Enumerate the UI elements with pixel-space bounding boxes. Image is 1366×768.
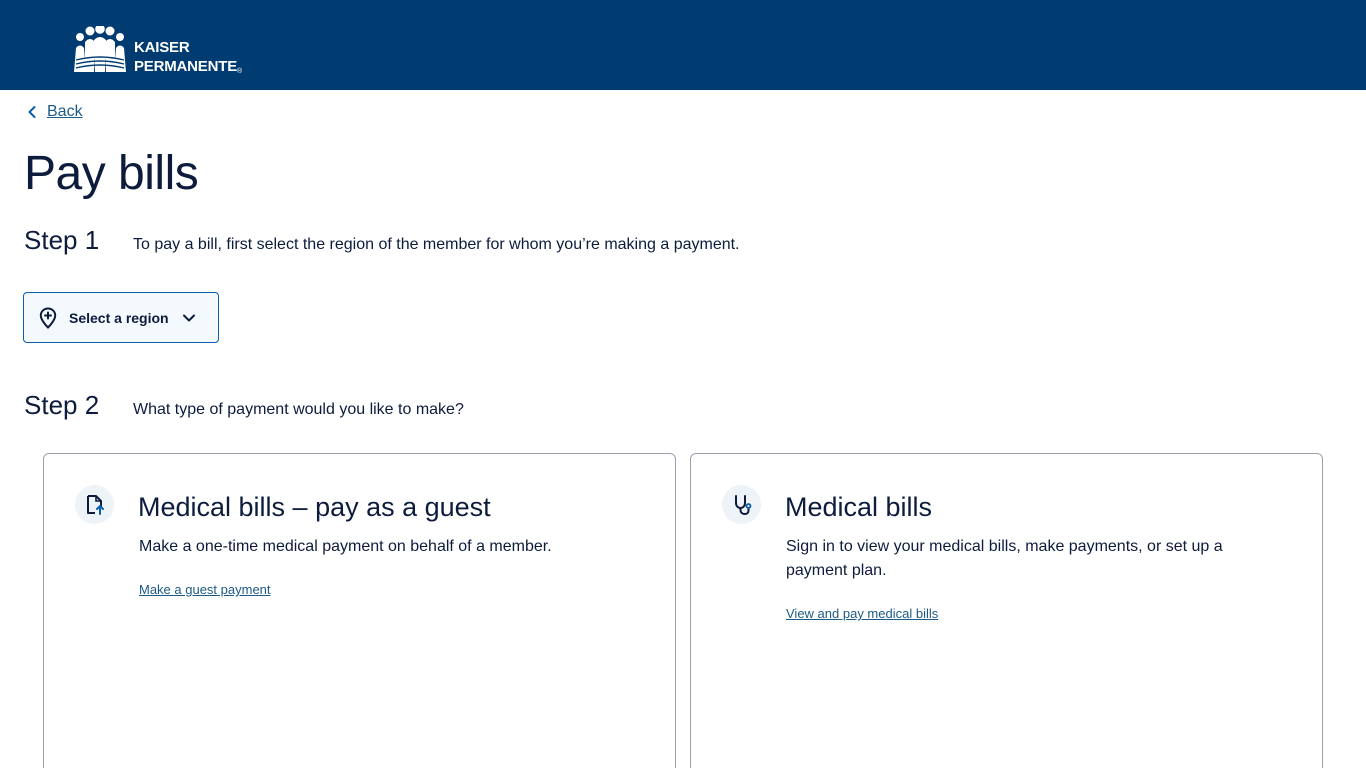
make-guest-payment-link[interactable]: Make a guest payment [139, 582, 271, 597]
kaiser-permanente-logo[interactable]: KAISER PERMANENTE® [72, 26, 242, 79]
map-pin-plus-icon [39, 306, 57, 329]
medical-bills-description: Sign in to view your medical bills, make… [786, 538, 1223, 579]
site-header: KAISER PERMANENTE® [0, 0, 1366, 90]
step-2-label: Step 2 [24, 390, 100, 420]
chevron-down-icon [182, 314, 195, 321]
select-region-label: Select a region [69, 309, 169, 326]
document-payment-icon [75, 485, 114, 524]
step-1-label: Step 1 [24, 225, 100, 255]
step-2: Step 2 What type of payment would you li… [24, 390, 464, 421]
registered-mark: ® [237, 68, 242, 75]
guest-payment-card: Medical bills – pay as a guest Make a on… [43, 453, 676, 768]
page-title: Pay bills [24, 147, 199, 200]
guest-payment-description: Make a one-time medical payment on behal… [139, 538, 552, 555]
view-pay-medical-bills-link[interactable]: View and pay medical bills [786, 606, 938, 621]
back-link[interactable]: Back [27, 103, 83, 121]
step-1: Step 1 To pay a bill, first select the r… [24, 225, 740, 256]
guest-payment-title: Medical bills – pay as a guest [138, 492, 491, 522]
step-1-instructions: To pay a bill, first select the region o… [133, 236, 740, 253]
logo-wordmark: KAISER PERMANENTE® [134, 38, 242, 79]
medical-bills-title: Medical bills [785, 492, 933, 522]
logo-line-2: PERMANENTE [134, 58, 238, 75]
select-region-dropdown[interactable]: Select a region [23, 292, 219, 343]
kp-people-icon [74, 26, 126, 72]
stethoscope-icon [722, 485, 761, 524]
chevron-left-icon [28, 106, 36, 118]
back-link-label: Back [47, 103, 83, 120]
medical-bills-card: Medical bills Sign in to view your medic… [690, 453, 1323, 768]
logo-line-1: KAISER [134, 39, 190, 56]
step-2-instructions: What type of payment would you like to m… [133, 401, 464, 418]
